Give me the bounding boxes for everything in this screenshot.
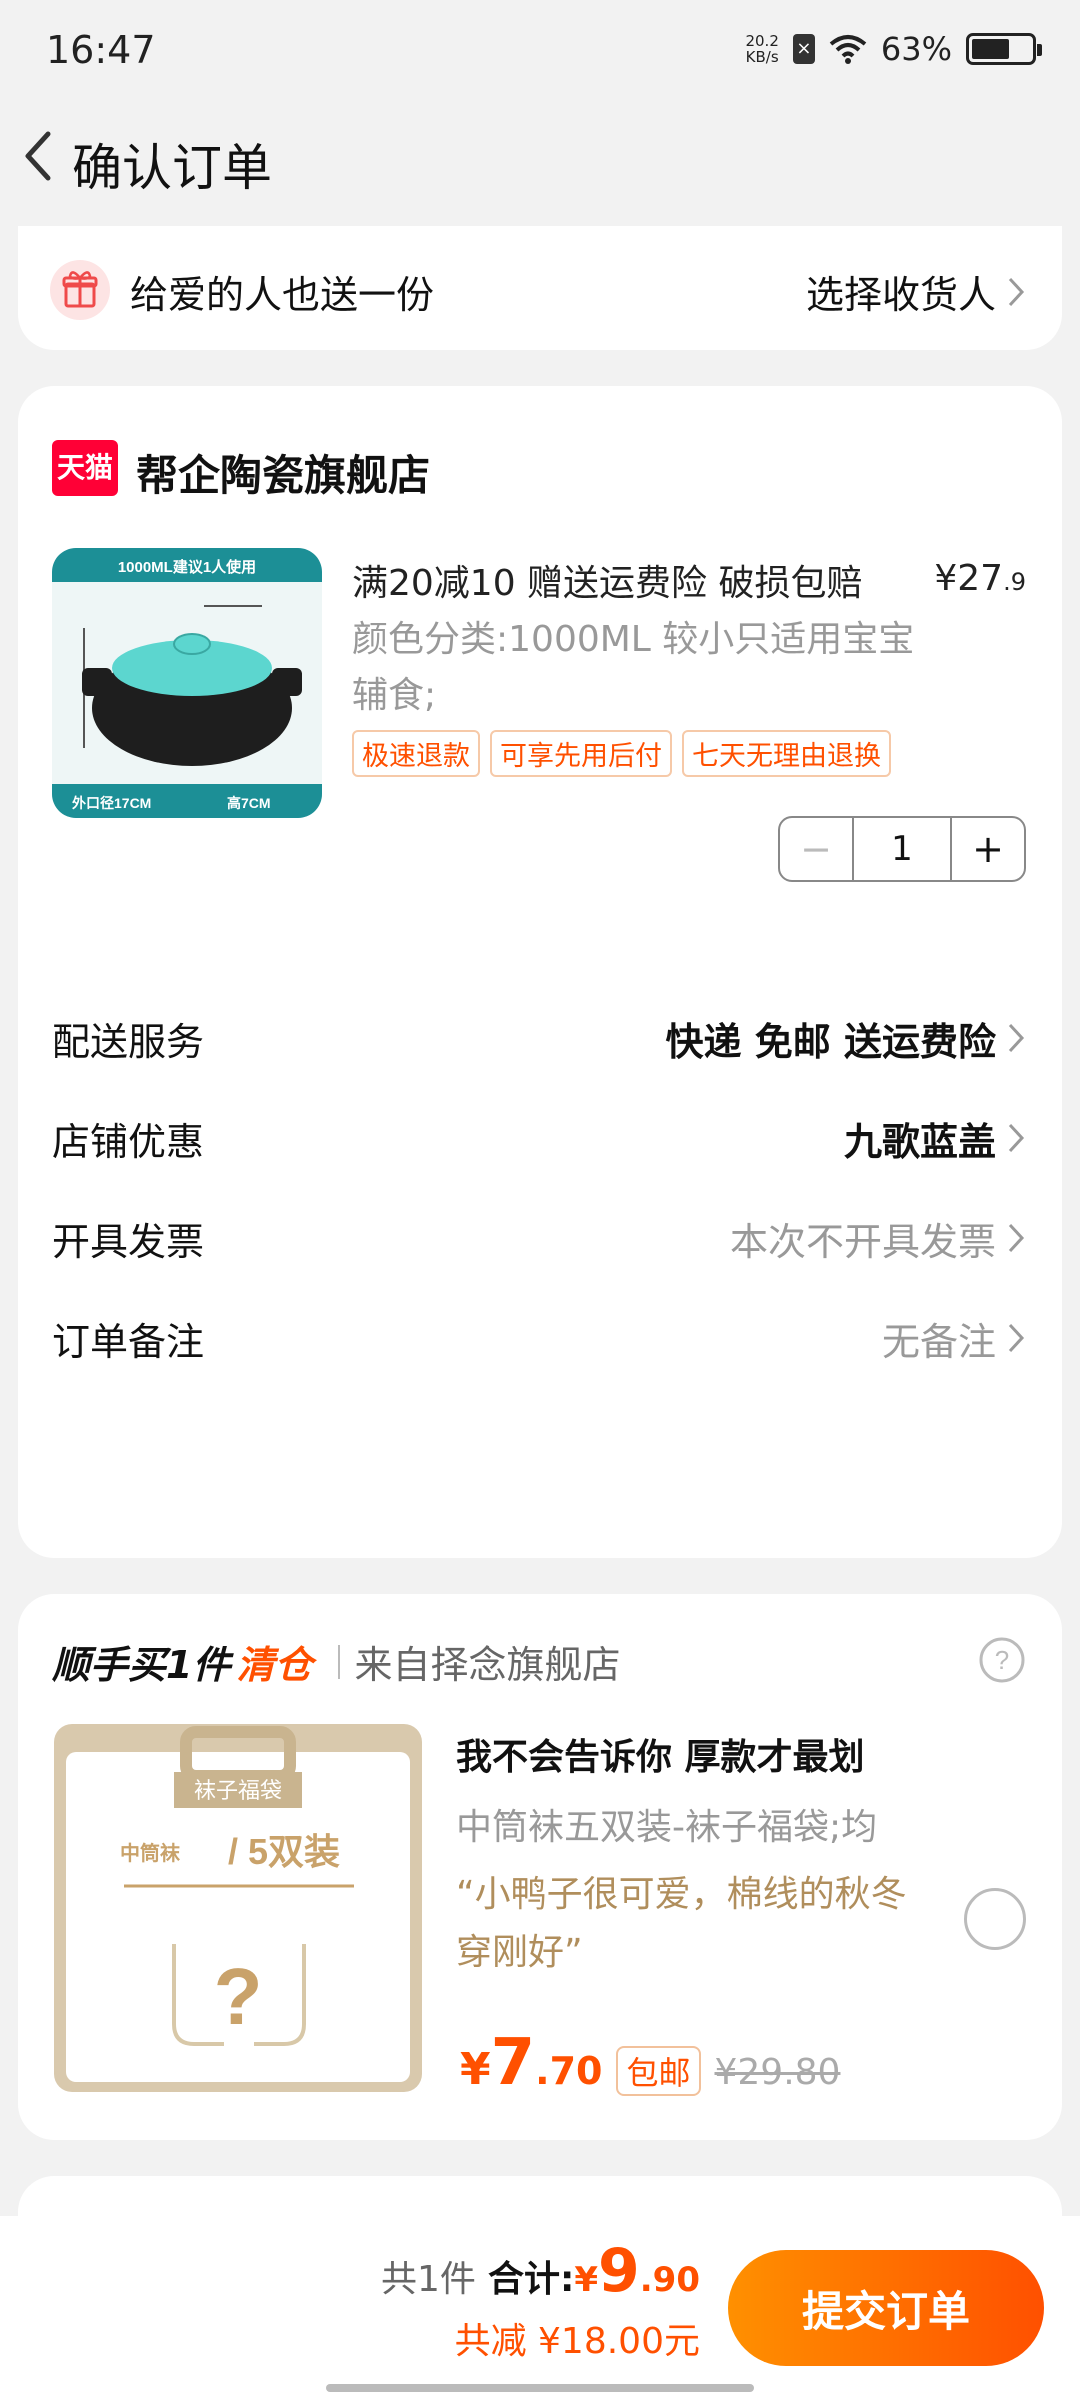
status-bar: 16:47 20.2 KB/s × 63% xyxy=(0,0,1080,100)
addon-select-radio[interactable] xyxy=(964,1888,1026,1950)
nav-bar: 确认订单 xyxy=(0,108,1080,208)
delivery-value-group: 快递 免邮 送运费险 xyxy=(666,1011,1026,1066)
home-indicator[interactable] xyxy=(326,2384,754,2392)
divider xyxy=(338,1644,341,1679)
choose-recipient-label: 选择收货人 xyxy=(805,273,996,317)
battery-fill xyxy=(972,39,1009,59)
wifi-icon xyxy=(829,35,867,64)
order-note-row[interactable]: 订单备注 无备注 xyxy=(52,1308,1026,1368)
price-dec: .9 xyxy=(1003,568,1026,596)
addon-image-question-mark: ? xyxy=(214,1952,263,2041)
order-card: 天猫 帮企陶瓷旗舰店 1000ML建议1人使用 外口径17CM 高7CM 满20… xyxy=(18,386,1062,1558)
battery-tip xyxy=(1037,44,1042,56)
chevron-right-icon xyxy=(1008,1123,1025,1153)
price-symbol: ¥ xyxy=(934,558,958,599)
addon-heading: 顺手买1件 清仓 来自择念旗舰店 xyxy=(52,1634,620,1689)
order-note-value: 无备注 xyxy=(881,1319,996,1364)
battery-icon xyxy=(966,33,1042,65)
addon-price: ¥ 7 .70 包邮 ¥29.80 xyxy=(460,2026,840,2100)
invoice-row[interactable]: 开具发票 本次不开具发票 xyxy=(52,1208,1026,1268)
net-speed-value: 20.2 xyxy=(745,32,779,50)
total-discount: 共减 ¥18.00元 xyxy=(454,2321,700,2362)
invoice-label: 开具发票 xyxy=(52,1219,205,1264)
free-shipping-badge: 包邮 xyxy=(616,2046,701,2096)
tag-pay-later: 可享先用后付 xyxy=(490,730,672,777)
product-image-diameter-text: 外口径17CM xyxy=(72,795,151,811)
choose-recipient-link[interactable]: 选择收货人 xyxy=(806,264,1026,319)
battery-percent: 63% xyxy=(880,30,952,68)
addon-image-pack: / 5双装 xyxy=(228,1831,340,1872)
addon-review-quote: “小鸭子很可爱，棉线的秋冬穿刚好” xyxy=(456,1874,907,1973)
addon-price-int: 7 xyxy=(490,2026,536,2100)
gift-label: 给爱的人也送一份 xyxy=(130,273,435,317)
gift-icon xyxy=(50,260,110,320)
product-price: ¥27.9 xyxy=(934,558,1026,599)
status-indicators: 20.2 KB/s × 63% xyxy=(745,30,1042,68)
help-icon-glyph: ? xyxy=(995,1645,1009,1675)
service-tags: 极速退款 可享先用后付 七天无理由退换 xyxy=(352,730,891,777)
product-spec[interactable]: 颜色分类:1000ML 较小只适用宝宝辅食; xyxy=(352,612,932,724)
help-icon[interactable]: ? xyxy=(978,1636,1026,1684)
addon-product-image[interactable]: 袜子福袋 中筒袜 / 5双装 ? xyxy=(54,1724,422,2092)
back-arrow-icon[interactable] xyxy=(14,126,64,186)
total-dec: .90 xyxy=(639,2260,700,2300)
delivery-value: 快递 免邮 送运费险 xyxy=(665,1019,996,1064)
quantity-plus-button[interactable]: + xyxy=(952,818,1024,880)
addon-title[interactable]: 我不会告诉你 厚款才最划 xyxy=(456,1728,865,1780)
total-symbol: ¥ xyxy=(574,2260,599,2300)
chevron-right-icon xyxy=(1008,1023,1025,1053)
addon-card: 顺手买1件 清仓 来自择念旗舰店 ? 袜子福袋 中筒袜 / 5双装 ? 我不会告… xyxy=(18,1594,1062,2140)
quantity-minus-button[interactable]: − xyxy=(780,818,852,880)
store-discount-value: 九歌蓝盖 xyxy=(843,1119,996,1164)
total-label: 合计: xyxy=(487,2259,575,2300)
delivery-label: 配送服务 xyxy=(52,1019,205,1064)
store-discount-row[interactable]: 店铺优惠 九歌蓝盖 xyxy=(52,1108,1026,1168)
page-title: 确认订单 xyxy=(72,139,272,197)
product-image-height-text: 高7CM xyxy=(227,795,271,811)
addon-price-dec: .70 xyxy=(535,2049,603,2093)
no-sim-icon: × xyxy=(792,34,815,64)
net-speed-unit: KB/s xyxy=(745,48,779,66)
submit-order-button[interactable]: 提交订单 xyxy=(728,2250,1044,2366)
quantity-value[interactable]: 1 xyxy=(852,818,952,880)
item-count: 共1件 xyxy=(381,2259,476,2300)
product-title[interactable]: 满20减10 赠送运费险 破损包赔 xyxy=(352,554,863,606)
network-speed: 20.2 KB/s xyxy=(745,33,778,65)
invoice-value-group: 本次不开具发票 xyxy=(730,1211,1026,1266)
delivery-row[interactable]: 配送服务 快递 免邮 送运费险 xyxy=(52,1008,1026,1068)
order-total: 共1件 合计: ¥ 9 .90 xyxy=(381,2236,700,2306)
addon-image-title: 袜子福袋 xyxy=(194,1778,282,1803)
chevron-right-icon xyxy=(1008,1223,1025,1253)
addon-heading-title: 顺手买1件 xyxy=(52,1643,231,1687)
store-discount-value-group: 九歌蓝盖 xyxy=(844,1111,1026,1166)
addon-source-store: 来自择念旗舰店 xyxy=(354,1643,621,1687)
addon-image-subtitle: 中筒袜 xyxy=(120,1841,180,1865)
addon-spec[interactable]: 中筒袜五双装-袜子福袋;均 xyxy=(456,1798,877,1850)
addon-heading-clearance: 清仓 xyxy=(236,1643,313,1687)
addon-price-symbol: ¥ xyxy=(460,2044,491,2095)
tag-seven-day-return: 七天无理由退换 xyxy=(682,730,891,777)
store-name[interactable]: 帮企陶瓷旗舰店 xyxy=(136,442,430,503)
status-time: 16:47 xyxy=(46,28,156,72)
order-note-value-group: 无备注 xyxy=(882,1311,1026,1366)
chevron-right-icon xyxy=(1008,277,1025,306)
price-int: 27 xyxy=(957,558,1004,599)
chevron-right-icon xyxy=(1008,1323,1025,1353)
tmall-logo: 天猫 xyxy=(52,440,118,496)
order-note-label: 订单备注 xyxy=(52,1319,205,1364)
tag-fast-refund: 极速退款 xyxy=(352,730,480,777)
product-image[interactable]: 1000ML建议1人使用 外口径17CM 高7CM xyxy=(52,548,322,818)
quantity-stepper: − 1 + xyxy=(778,816,1026,882)
store-discount-label: 店铺优惠 xyxy=(52,1119,205,1164)
total-int: 9 xyxy=(598,2236,640,2306)
checkout-bar: 共1件 合计: ¥ 9 .90 共减 ¥18.00元 提交订单 xyxy=(0,2216,1080,2400)
product-image-top-text: 1000ML建议1人使用 xyxy=(118,558,256,576)
addon-original-price: ¥29.80 xyxy=(714,2052,841,2093)
invoice-value: 本次不开具发票 xyxy=(729,1219,996,1264)
gift-row[interactable]: 给爱的人也送一份 选择收货人 xyxy=(18,226,1062,350)
